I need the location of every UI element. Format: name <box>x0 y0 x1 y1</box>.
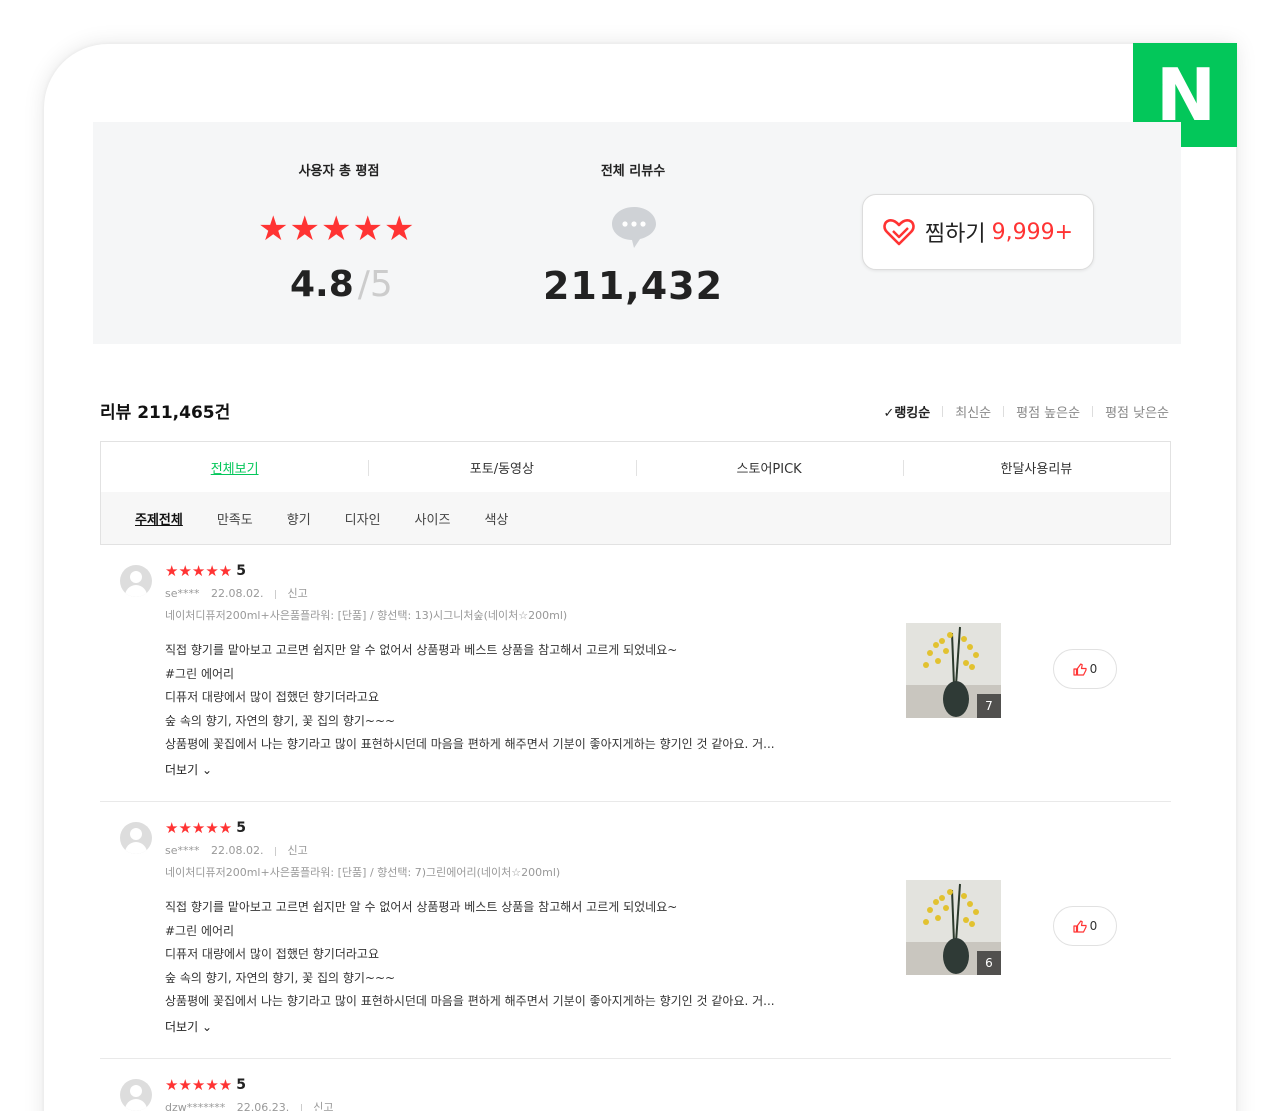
review-meta: dzw******* 22.06.23. 신고 <box>165 1099 334 1111</box>
wish-count: 9,999+ <box>991 219 1074 245</box>
like-count: 0 <box>1089 919 1098 933</box>
sort-rating-low[interactable]: 평점 낮은순 <box>1105 402 1169 421</box>
chevron-down-icon: ⌄ <box>201 763 213 777</box>
chevron-down-icon: ⌄ <box>201 1020 213 1034</box>
photo-count: 6 <box>977 951 1001 975</box>
rating-label: 사용자 총 평점 <box>298 164 380 179</box>
sort-latest[interactable]: 최신순 <box>955 402 991 421</box>
star-icon: ★★★★★ <box>165 818 233 837</box>
chat-bubble-icon <box>612 207 656 248</box>
more-button[interactable]: 더보기 ⌄ <box>165 1018 212 1035</box>
review-score: 5 <box>236 820 246 836</box>
like-count: 0 <box>1089 662 1098 676</box>
review-option: 네이처디퓨저200ml+사은품플라워: [단품] / 향선택: 13)시그니처숲… <box>165 609 568 622</box>
sort-options: ✓랭킹순 최신순 평점 높은순 평점 낮은순 <box>883 402 1169 421</box>
star-icon: ★ <box>320 209 352 249</box>
avatar <box>120 565 152 597</box>
filter-size[interactable]: 사이즈 <box>415 509 451 528</box>
wish-button[interactable]: 찜하기 9,999+ <box>862 194 1094 270</box>
review-user: dzw******* <box>165 1101 226 1111</box>
reviews-label: 전체 리뷰수 <box>600 164 666 179</box>
star-icon: ★ <box>258 209 289 249</box>
like-button[interactable]: 0 <box>1053 906 1117 946</box>
review-option: 네이처디퓨저200ml+사은품플라워: [단품] / 향선택: 7)그린에어리(… <box>165 866 561 879</box>
review-date: 22.08.02. <box>211 587 264 600</box>
sort-rating-high[interactable]: 평점 높은순 <box>1016 402 1080 421</box>
filter-design[interactable]: 디자인 <box>345 509 381 528</box>
review-body: 직접 향기를 맡아보고 고르면 쉽지만 알 수 없어서 상품평과 베스트 상품을… <box>165 643 775 751</box>
star-icon: ★★★★★ <box>165 561 233 580</box>
review-photo[interactable]: 6 <box>906 880 1001 975</box>
star-icon: ★ <box>383 209 415 249</box>
review-tabs: 전체보기 포토/동영상 스토어PICK 한달사용리뷰 <box>100 441 1171 493</box>
review-photo[interactable]: 7 <box>906 623 1001 718</box>
rating-value: 4.8 <box>290 264 354 305</box>
report-link[interactable]: 신고 <box>313 1101 333 1111</box>
review-body: 직접 향기를 맡아보고 고르면 쉽지만 알 수 없어서 상품평과 베스트 상품을… <box>165 900 775 1008</box>
review-item: ★★★★★ 5 dzw******* 22.06.23. 신고 <box>100 1059 1171 1111</box>
review-meta: se**** 22.08.02. 신고 <box>165 842 308 858</box>
avatar <box>120 822 152 854</box>
review-meta: se**** 22.08.02. 신고 <box>165 585 308 601</box>
photo-count: 7 <box>977 694 1001 718</box>
tab-photo-video[interactable]: 포토/동영상 <box>368 442 635 492</box>
rating-score: 4.8/5 <box>290 264 393 305</box>
review-date: 22.08.02. <box>211 844 264 857</box>
review-score: 5 <box>236 563 246 579</box>
review-item: ★★★★★ 5 se**** 22.08.02. 신고 네이처디퓨저200ml+… <box>100 802 1171 1059</box>
report-link[interactable]: 신고 <box>287 587 307 600</box>
review-rating: ★★★★★ 5 <box>165 1077 246 1093</box>
thumbs-up-icon <box>1073 662 1087 676</box>
review-user: se**** <box>165 844 200 857</box>
review-date: 22.06.23. <box>236 1101 290 1111</box>
review-rating: ★★★★★ 5 <box>165 820 246 836</box>
rating-max: /5 <box>357 264 393 305</box>
review-user: se**** <box>165 587 200 600</box>
review-item: ★★★★★ 5 se**** 22.08.02. 신고 네이처디퓨저200ml+… <box>100 545 1171 802</box>
tab-all[interactable]: 전체보기 <box>101 442 368 492</box>
more-button[interactable]: 더보기 ⌄ <box>165 761 212 778</box>
filter-all-topics[interactable]: 주제전체 <box>135 509 183 528</box>
thumbs-up-icon <box>1073 919 1087 933</box>
sort-ranking[interactable]: ✓랭킹순 <box>883 402 930 421</box>
tab-monthly-review[interactable]: 한달사용리뷰 <box>902 442 1170 492</box>
like-button[interactable]: 0 <box>1053 649 1117 689</box>
filter-satisfaction[interactable]: 만족도 <box>217 509 253 528</box>
review-rating: ★★★★★ 5 <box>165 563 246 579</box>
review-score: 5 <box>236 1077 246 1093</box>
reviews-total: 211,432 <box>542 264 724 308</box>
wish-label: 찜하기 <box>924 222 986 247</box>
filter-color[interactable]: 색상 <box>484 509 508 528</box>
rating-stars: ★ ★ ★ ★ ★ <box>258 212 414 246</box>
topic-filters: 주제전체 만족도 향기 디자인 사이즈 색상 <box>100 492 1171 545</box>
heart-icon <box>883 218 915 246</box>
report-link[interactable]: 신고 <box>287 844 307 857</box>
avatar <box>120 1079 152 1111</box>
tab-store-pick[interactable]: 스토어PICK <box>635 442 903 492</box>
review-count: 리뷰 211,465건 <box>100 403 231 423</box>
star-icon: ★ <box>289 209 320 249</box>
star-icon: ★ <box>352 209 383 249</box>
star-icon: ★★★★★ <box>165 1075 233 1094</box>
filter-scent[interactable]: 향기 <box>287 509 311 528</box>
